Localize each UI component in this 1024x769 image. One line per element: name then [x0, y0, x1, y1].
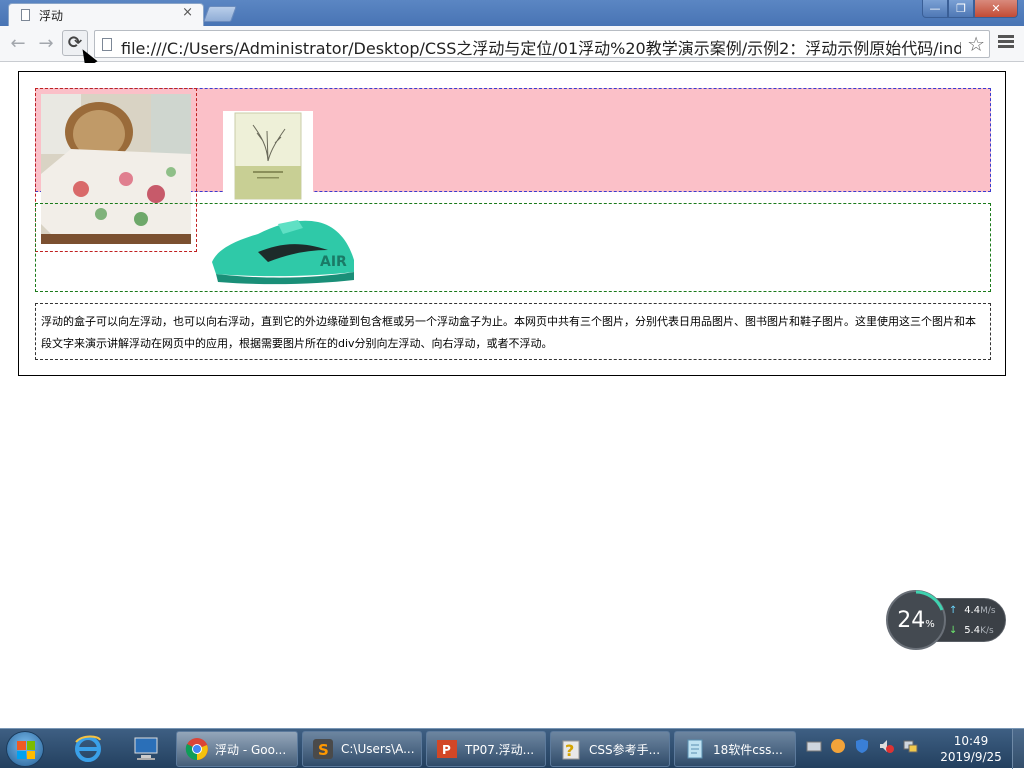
browser-toolbar: ← → ⟳ file:///C:/Users/Administrator/Des… — [0, 26, 1024, 62]
windows-logo-icon — [17, 741, 35, 759]
upload-arrow-icon: ↑ — [949, 605, 958, 616]
taskbar-item-powerpoint[interactable]: P TP07.浮动... — [426, 731, 546, 767]
network-speed-widget[interactable]: ↑ 4.4M/s ↓ 5.4K/s 24% — [886, 590, 1006, 650]
download-unit: K/s — [980, 626, 994, 636]
volume-muted-icon[interactable] — [877, 737, 895, 755]
start-button[interactable] — [6, 731, 44, 767]
text-box: 浮动的盒子可以向左浮动，也可以向右浮动，直到它的外边缘碰到包含框或另一个浮动盒子… — [35, 303, 991, 360]
address-bar[interactable]: file:///C:/Users/Administrator/Desktop/C… — [94, 30, 990, 58]
new-tab-button[interactable] — [203, 6, 237, 22]
restore-button[interactable]: ❐ — [948, 0, 974, 18]
taskbar-item-label: 浮动 - Goo... — [215, 742, 287, 757]
forward-button[interactable]: → — [34, 32, 58, 54]
description-paragraph: 浮动的盒子可以向左浮动，也可以向右浮动，直到它的外边缘碰到包含框或另一个浮动盒子… — [41, 315, 976, 350]
show-desktop-button[interactable] — [1012, 729, 1024, 769]
taskbar-item-label: 18软件css... — [713, 742, 783, 757]
system-tray — [805, 737, 919, 755]
taskbar-item-label: C:\Users\A... — [341, 742, 415, 756]
notepad-icon — [687, 739, 703, 759]
bookmark-star-icon[interactable]: ☆ — [967, 32, 985, 56]
svg-text:AIR: AIR — [320, 254, 347, 270]
windows-taskbar: 浮动 - Goo... S C:\Users\A... P TP07.浮动...… — [0, 728, 1024, 769]
float-box-2: AIR — [35, 203, 991, 292]
keyboard-icon[interactable] — [805, 737, 823, 755]
download-speed: ↓ 5.4K/s — [949, 625, 994, 636]
sublime-text-icon: S — [313, 739, 333, 759]
security-shield-icon[interactable] — [853, 737, 871, 755]
svg-text:?: ? — [565, 741, 574, 760]
computer-pinned-icon[interactable] — [126, 733, 166, 765]
tab-title: 浮动 — [39, 9, 64, 23]
upload-speed: ↑ 4.4M/s — [949, 605, 996, 616]
network-icon[interactable] — [901, 737, 919, 755]
window-controls: — ❐ ✕ — [922, 0, 1018, 18]
book-image — [223, 111, 313, 201]
shoe-image: AIR — [208, 210, 358, 286]
taskbar-item-chrome[interactable]: 浮动 - Goo... — [176, 731, 298, 767]
title-bar: 浮动 × — ❐ ✕ — [0, 0, 1024, 26]
browser-tab-active[interactable]: 浮动 × — [8, 3, 204, 26]
chrome-icon — [185, 738, 208, 761]
ie-pinned-icon[interactable] — [68, 733, 108, 765]
app-tray-icon[interactable] — [829, 737, 847, 755]
url-text[interactable]: file:///C:/Users/Administrator/Desktop/C… — [121, 35, 961, 59]
close-window-button[interactable]: ✕ — [974, 0, 1018, 18]
container-box: AIR 浮动的盒子可以向左浮动，也可以向右浮动，直到它的外边缘碰到包含框或另一个… — [18, 71, 1006, 376]
svg-text:P: P — [442, 743, 451, 757]
upload-unit: M/s — [980, 606, 996, 616]
download-arrow-icon: ↓ — [949, 625, 958, 636]
upload-value: 4.4 — [964, 605, 981, 616]
download-value: 5.4 — [964, 625, 981, 636]
page-favicon-icon — [21, 9, 30, 21]
svg-text:S: S — [318, 741, 329, 759]
powerpoint-icon: P — [437, 740, 457, 758]
taskbar-item-label: CSS参考手... — [589, 742, 661, 757]
taskbar-item-css-manual[interactable]: ? CSS参考手... — [550, 731, 670, 767]
usage-arc-icon — [915, 590, 944, 611]
clock-date: 2019/9/25 — [940, 750, 1002, 764]
taskbar-item-label: TP07.浮动... — [465, 742, 535, 757]
minimize-button[interactable]: — — [922, 0, 948, 18]
system-clock[interactable]: 10:49 2019/9/25 — [934, 733, 1008, 765]
page-icon — [102, 38, 112, 51]
tab-close-icon[interactable]: × — [182, 5, 193, 20]
taskbar-item-notes[interactable]: 18软件css... — [674, 731, 796, 767]
clock-time: 10:49 — [953, 734, 989, 748]
help-file-icon: ? — [562, 740, 580, 760]
page-viewport: AIR 浮动的盒子可以向左浮动，也可以向右浮动，直到它的外边缘碰到包含框或另一个… — [0, 63, 1024, 728]
usage-dial: 24% — [886, 590, 946, 650]
chrome-menu-icon[interactable] — [998, 35, 1014, 51]
taskbar-item-sublime[interactable]: S C:\Users\A... — [302, 731, 422, 767]
back-button[interactable]: ← — [6, 32, 30, 54]
net-speed-panel: ↑ 4.4M/s ↓ 5.4K/s — [936, 598, 1006, 642]
